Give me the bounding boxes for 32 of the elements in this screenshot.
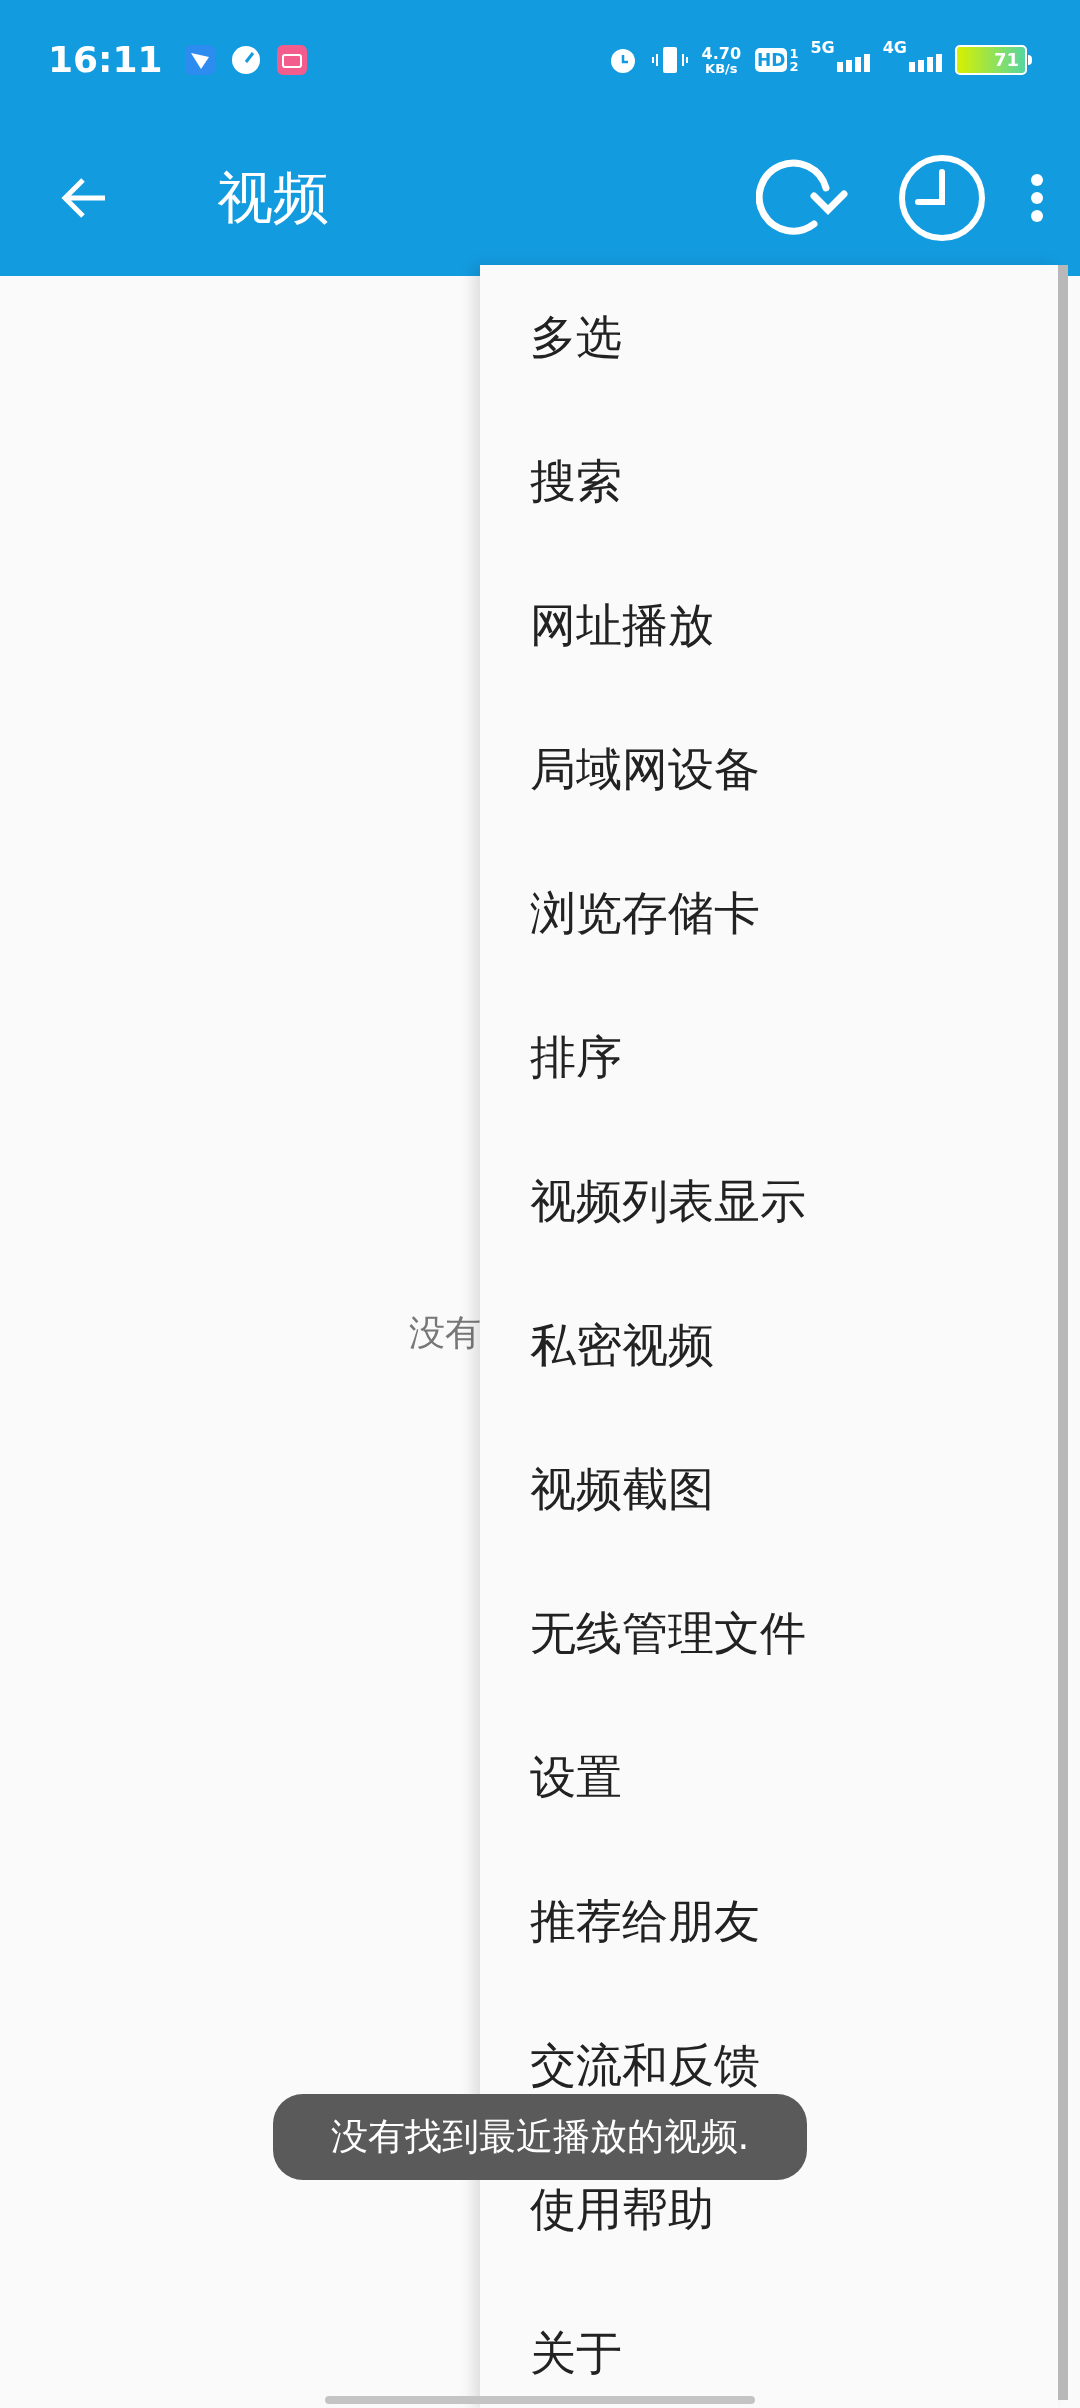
screen-title: 视频 — [217, 164, 329, 232]
menu-item[interactable]: 网址播放 — [530, 590, 714, 660]
menu-item[interactable]: 视频列表显示 — [530, 1166, 806, 1236]
clock-time: 16:11 — [48, 38, 163, 82]
empty-message: 没有 — [409, 1312, 481, 1353]
menu-item[interactable]: 无线管理文件 — [530, 1598, 806, 1668]
sim-number: 1 — [789, 47, 799, 60]
sim-number: 2 — [789, 60, 799, 73]
app-notification-icon — [276, 45, 307, 75]
menu-item[interactable]: 搜索 — [530, 446, 622, 516]
network-speed: 4.70 — [701, 45, 742, 62]
more-vertical-icon — [1030, 174, 1044, 222]
menu-item[interactable]: 排序 — [530, 1022, 622, 1092]
message-toast: 没有找到最近播放的视频. — [273, 2094, 807, 2180]
battery-indicator: 71 — [955, 45, 1027, 75]
network-speed-unit: KB/s — [705, 61, 738, 75]
menu-item[interactable]: 浏览存储卡 — [530, 878, 760, 948]
menu-item[interactable]: 视频截图 — [530, 1454, 714, 1524]
menu-item[interactable]: 关于 — [530, 2318, 622, 2388]
menu-item[interactable]: 推荐给朋友 — [530, 1886, 760, 1956]
network-type: 4G — [882, 37, 907, 59]
hd-badge: HD — [755, 48, 788, 72]
menu-item[interactable]: 设置 — [530, 1742, 622, 1812]
network-type: 5G — [810, 37, 835, 59]
menu-item[interactable]: 私密视频 — [530, 1310, 714, 1380]
menu-item[interactable]: 多选 — [530, 302, 622, 372]
vibrate-icon — [651, 45, 688, 75]
refresh-icon — [756, 158, 848, 238]
gauge-icon — [230, 45, 261, 75]
menu-item[interactable]: 局域网设备 — [530, 734, 760, 804]
clock-icon — [898, 154, 986, 242]
app-notification-icon — [184, 45, 215, 75]
